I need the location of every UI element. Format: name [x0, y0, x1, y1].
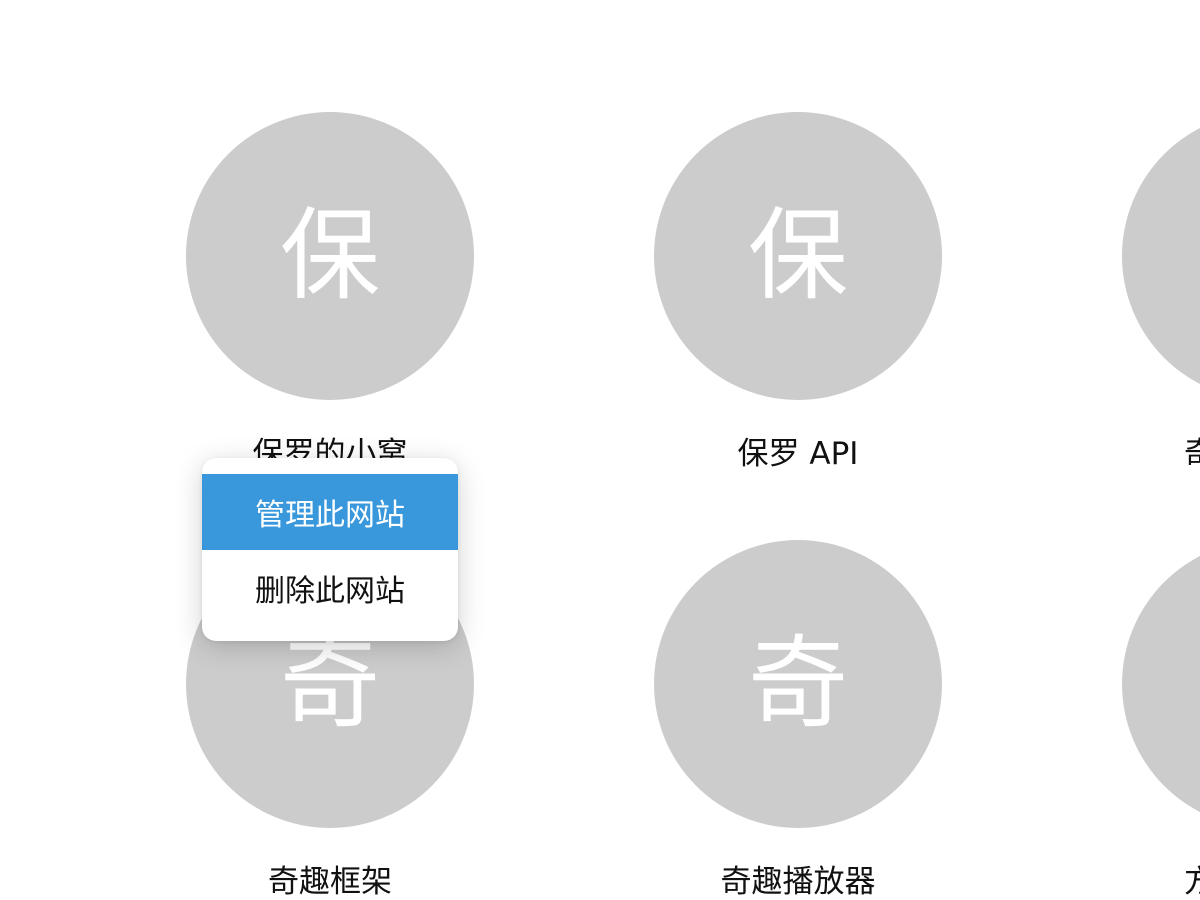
- site-avatar[interactable]: [1122, 540, 1200, 828]
- site-avatar-glyph: 奇: [280, 625, 380, 742]
- site-tile-paul-api[interactable]: 保 保罗 API: [654, 112, 942, 472]
- site-grid: 保 保罗的小窝 保 保罗 API 奇 奇 奇趣框架 奇 奇趣播放器 方 管理此网…: [0, 0, 1200, 900]
- site-avatar-glyph: 保: [748, 197, 848, 314]
- site-avatar[interactable]: 保: [186, 112, 474, 400]
- site-tile-paul-den[interactable]: 保 保罗的小窝: [186, 112, 474, 472]
- site-avatar-glyph: 奇: [748, 625, 848, 742]
- site-tile-partial-right-2[interactable]: 方: [1122, 540, 1200, 900]
- site-avatar[interactable]: [1122, 112, 1200, 400]
- menu-item-delete-site[interactable]: 删除此网站: [202, 550, 458, 626]
- site-label: 奇趣播放器: [720, 864, 876, 900]
- site-tile-partial-right-1[interactable]: 奇: [1122, 112, 1200, 472]
- site-label: 方: [1122, 862, 1200, 900]
- site-label: 奇趣框架: [268, 864, 392, 900]
- site-avatar[interactable]: 保: [654, 112, 942, 400]
- site-label-text: 方: [1184, 864, 1200, 900]
- site-avatar-glyph: 保: [280, 197, 380, 314]
- site-tile-qiqu-player[interactable]: 奇 奇趣播放器: [654, 540, 942, 900]
- site-label: 奇: [1122, 434, 1200, 474]
- menu-item-manage-site[interactable]: 管理此网站: [202, 474, 458, 550]
- site-avatar[interactable]: 奇: [654, 540, 942, 828]
- site-label-text: 奇: [1184, 436, 1200, 472]
- site-context-menu: 管理此网站 删除此网站: [202, 458, 458, 641]
- site-label: 保罗 API: [737, 436, 859, 472]
